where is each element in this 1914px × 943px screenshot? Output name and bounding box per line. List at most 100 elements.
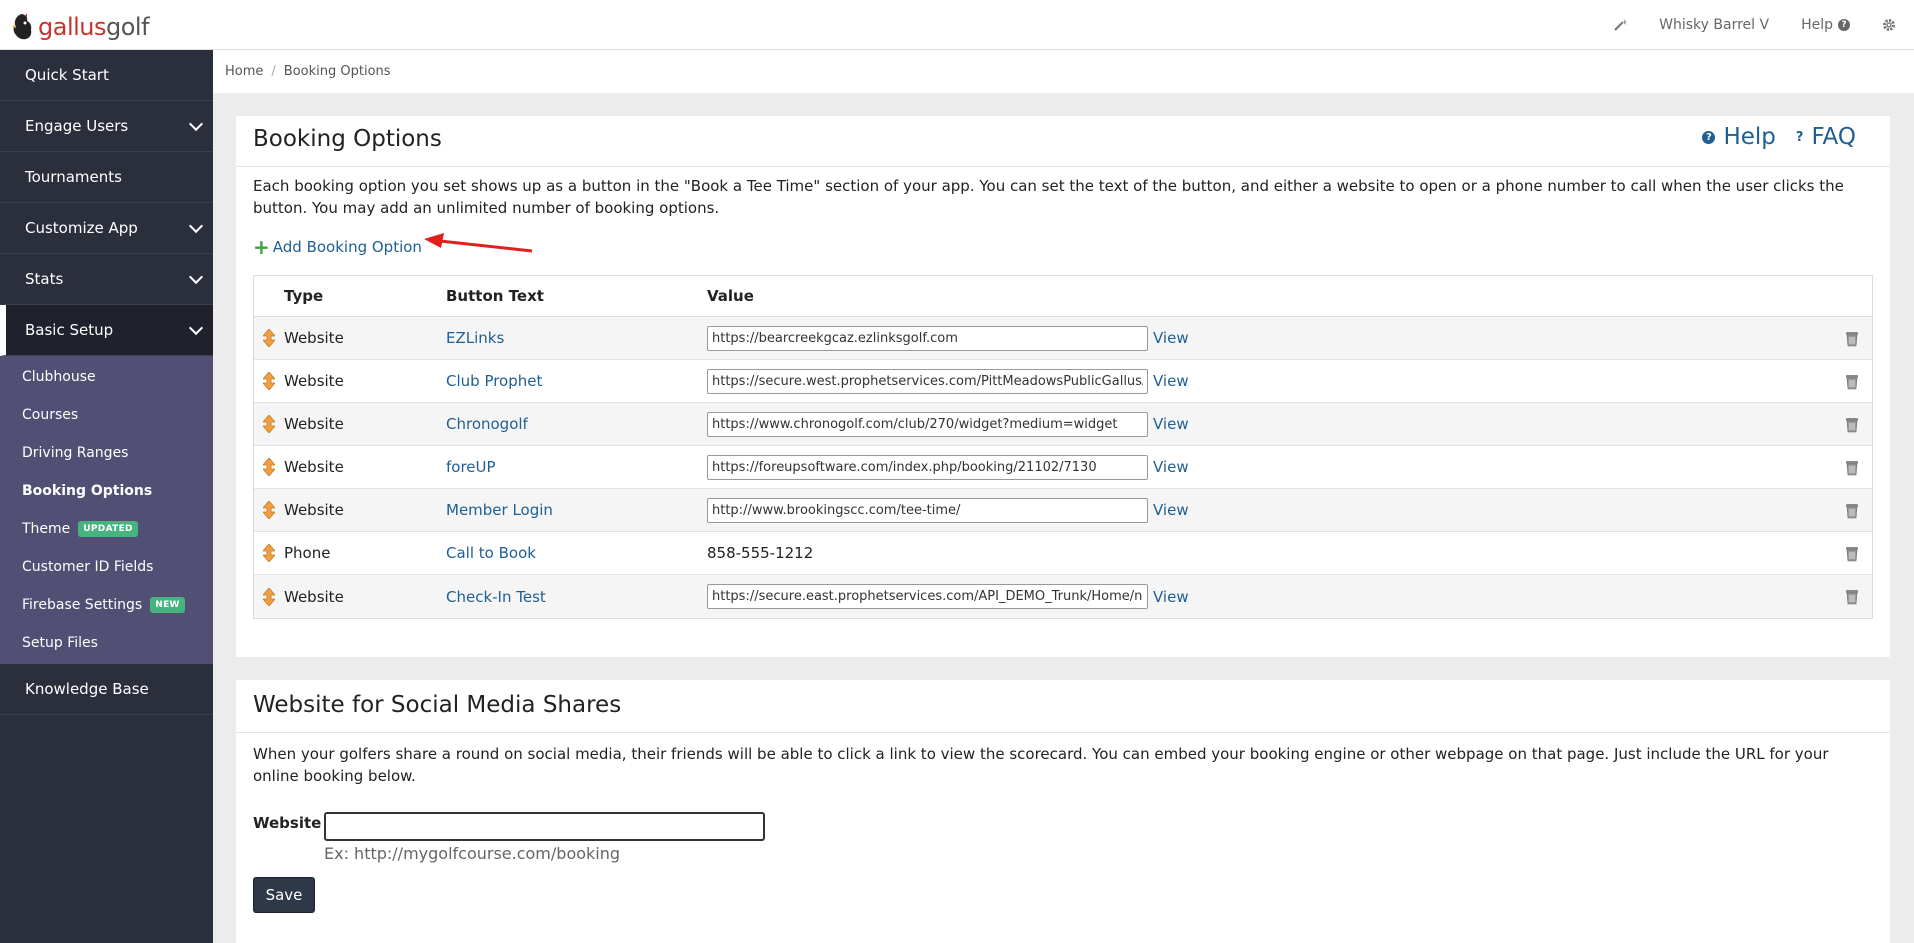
sidebar-subitem-customer-id-fields[interactable]: Customer ID Fields [0, 548, 213, 586]
view-link[interactable]: View [1153, 372, 1189, 390]
table-body: Website EZLinks View Website Club Prophet Vie… [254, 317, 1872, 618]
sidebar-item-basic-setup[interactable]: Basic Setup [0, 305, 213, 356]
table-row: Website Check-In Test View [254, 575, 1872, 618]
sidebar-item-label: Tournaments [25, 168, 122, 186]
view-link[interactable]: View [1153, 458, 1189, 476]
trash-icon[interactable] [1832, 588, 1872, 605]
column-header-button-text: Button Text [446, 287, 544, 305]
divider [236, 732, 1890, 733]
faq-link-label: FAQ [1811, 124, 1856, 150]
table-row: Website Chronogolf View [254, 403, 1872, 446]
sidebar-subitem-setup-files[interactable]: Setup Files [0, 624, 213, 662]
divider [236, 166, 1890, 167]
booking-description: Each booking option you set shows up as … [253, 177, 1844, 217]
row-phone-value[interactable]: 858-555-1212 [707, 544, 813, 562]
trash-icon[interactable] [1832, 330, 1872, 347]
sidebar-item-label: Basic Setup [25, 321, 114, 339]
sidebar-item-tournaments[interactable]: Tournaments [0, 152, 213, 203]
faq-link[interactable]: ? FAQ [1796, 124, 1856, 150]
gallus-golf-logo[interactable]: gallus golf [10, 10, 150, 44]
drag-handle-icon[interactable] [254, 329, 284, 347]
row-url-input[interactable] [707, 411, 1148, 437]
logo-text-gallus: gallus [38, 13, 107, 41]
sidebar: Quick Start Engage Users Tournaments Cus… [0, 50, 213, 943]
drag-handle-icon[interactable] [254, 587, 284, 606]
drag-handle-icon[interactable] [254, 544, 284, 562]
website-input[interactable] [324, 812, 765, 841]
website-label: Website [253, 814, 322, 832]
row-button-text[interactable]: Call to Book [446, 544, 707, 562]
subitem-label: Driving Ranges [22, 445, 129, 461]
sidebar-subitem-clubhouse[interactable]: Clubhouse [0, 358, 213, 396]
view-link[interactable]: View [1153, 501, 1189, 519]
chevron-down-icon [188, 218, 204, 233]
course-selector[interactable]: Whisky Barrel V [1659, 17, 1769, 33]
table-row: Website Club Prophet View [254, 360, 1872, 403]
row-type: Phone [284, 544, 331, 562]
column-header-value: Value [707, 287, 754, 305]
row-button-text[interactable]: foreUP [446, 458, 707, 476]
drag-handle-icon[interactable] [254, 372, 284, 390]
row-button-text[interactable]: EZLinks [446, 329, 707, 347]
drag-handle-icon[interactable] [254, 415, 284, 433]
sidebar-item-customize-app[interactable]: Customize App [0, 203, 213, 254]
drag-handle-icon[interactable] [254, 501, 284, 519]
chevron-down-icon [188, 116, 204, 131]
view-link[interactable]: View [1153, 329, 1189, 347]
view-link[interactable]: View [1153, 415, 1189, 433]
add-booking-option-link[interactable]: + Add Booking Option [253, 237, 422, 257]
row-url-input[interactable] [707, 325, 1148, 351]
drag-handle-icon[interactable] [254, 458, 284, 476]
sidebar-subitem-firebase-settings[interactable]: Firebase Settings NEW [0, 586, 213, 624]
row-type: Website [284, 329, 344, 347]
sidebar-item-label: Stats [25, 270, 64, 288]
sidebar-item-engage-users[interactable]: Engage Users [0, 101, 213, 152]
help-menu[interactable]: Help ? [1801, 17, 1850, 33]
row-value-cell: View [707, 411, 1832, 437]
trash-icon[interactable] [1832, 416, 1872, 433]
view-link[interactable]: View [1153, 588, 1189, 606]
row-url-input[interactable] [707, 497, 1148, 523]
chevron-down-icon [188, 269, 204, 284]
sidebar-subitem-theme[interactable]: Theme UPDATED [0, 510, 213, 548]
row-button-text[interactable]: Chronogolf [446, 415, 707, 433]
booking-options-table: Type Button Text Value Website EZLinks Vie… [253, 275, 1873, 619]
breadcrumb-home[interactable]: Home [225, 64, 263, 79]
table-row: Phone Call to Book 858-555-1212 [254, 532, 1872, 575]
trash-icon[interactable] [1832, 373, 1872, 390]
row-url-input[interactable] [707, 454, 1148, 480]
wand-icon[interactable] [1613, 18, 1628, 32]
sidebar-item-label: Customize App [25, 219, 138, 237]
row-button-text[interactable]: Member Login [446, 501, 707, 519]
trash-icon[interactable] [1832, 502, 1872, 519]
sidebar-subitem-driving-ranges[interactable]: Driving Ranges [0, 434, 213, 472]
sidebar-item-stats[interactable]: Stats [0, 254, 213, 305]
red-arrow-annotation [424, 233, 533, 253]
website-hint: Ex: http://mygolfcourse.com/booking [324, 844, 621, 863]
row-value-cell: 858-555-1212 [707, 544, 1832, 562]
sidebar-subitem-booking-options[interactable]: Booking Options [0, 472, 213, 510]
row-url-input[interactable] [707, 584, 1148, 609]
gear-icon[interactable] [1882, 18, 1896, 32]
row-url-input[interactable] [707, 368, 1148, 394]
breadcrumb-current: Booking Options [283, 64, 391, 79]
sidebar-item-knowledge-base[interactable]: Knowledge Base [0, 664, 213, 715]
subitem-label: Booking Options [22, 483, 153, 499]
row-button-text[interactable]: Check-In Test [446, 588, 707, 606]
sidebar-item-label: Knowledge Base [25, 680, 149, 698]
save-button[interactable]: Save [253, 877, 315, 913]
row-value-cell: View [707, 454, 1832, 480]
updated-badge: UPDATED [78, 521, 138, 537]
row-button-text[interactable]: Club Prophet [446, 372, 707, 390]
top-bar: gallus golf Whisky Barrel V Help ? [0, 0, 1914, 50]
row-value-cell: View [707, 497, 1832, 523]
sidebar-subitem-courses[interactable]: Courses [0, 396, 213, 434]
help-link[interactable]: ? Help [1702, 124, 1776, 150]
plus-icon: + [253, 235, 270, 259]
trash-icon[interactable] [1832, 459, 1872, 476]
column-header-type: Type [284, 287, 324, 305]
trash-icon[interactable] [1832, 545, 1872, 562]
basic-setup-submenu: Clubhouse Courses Driving Ranges Booking… [0, 356, 213, 664]
sidebar-item-quick-start[interactable]: Quick Start [0, 50, 213, 101]
row-type: Website [284, 587, 344, 606]
